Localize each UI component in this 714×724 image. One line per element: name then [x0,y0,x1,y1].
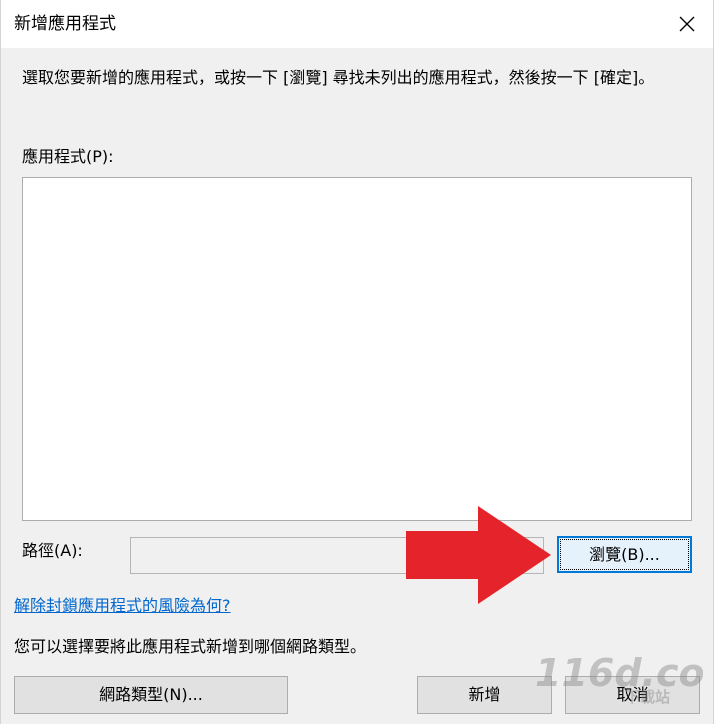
browse-button-label: 瀏覽(B)... [560,539,689,570]
apps-label: 應用程式(P): [22,147,114,166]
close-button[interactable] [673,10,701,38]
path-input[interactable] [130,537,544,574]
close-icon [679,16,695,32]
title-bar: 新增應用程式 [1,0,713,48]
path-label: 路徑(A): [22,541,83,560]
add-app-dialog: 新增應用程式 選取您要新增的應用程式，或按一下 [瀏覽] 尋找未列出的應用程式，… [0,0,714,724]
add-button[interactable]: 新增 [417,676,552,714]
browse-button[interactable]: 瀏覽(B)... [557,536,692,573]
network-type-info: 您可以選擇要將此應用程式新增到哪個網路類型。 [14,637,367,656]
network-types-button[interactable]: 網路類型(N)... [14,676,288,714]
unblock-risk-link[interactable]: 解除封鎖應用程式的風險為何? [14,595,231,617]
cancel-button[interactable]: 取消 [565,676,700,714]
dialog-title: 新增應用程式 [14,14,116,34]
apps-listbox[interactable] [22,177,692,521]
instruction-text: 選取您要新增的應用程式，或按一下 [瀏覽] 尋找未列出的應用程式，然後按一下 [… [22,68,655,87]
